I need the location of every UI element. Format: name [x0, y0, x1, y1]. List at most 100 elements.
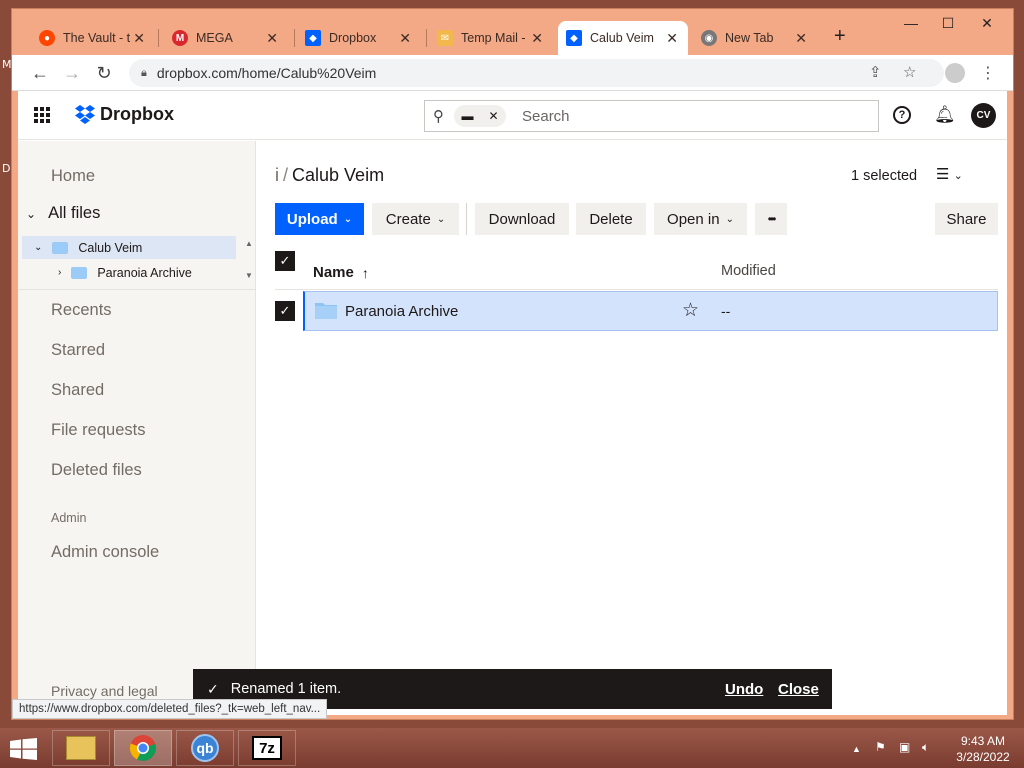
maximize-button[interactable]: ☐: [930, 11, 966, 35]
header-divider: [275, 289, 998, 290]
breadcrumb: i / Calub Veim: [275, 165, 384, 186]
privacy-legal-link[interactable]: Privacy and legal: [51, 683, 158, 699]
tab-temp-mail[interactable]: ✉ Temp Mail - ✕: [429, 21, 553, 55]
taskbar-file-explorer[interactable]: [52, 730, 110, 766]
reddit-icon: ●: [39, 30, 55, 46]
bookmark-star-icon[interactable]: ☆: [903, 63, 916, 81]
tab-title: Calub Veim: [590, 31, 654, 45]
download-button[interactable]: Download: [475, 203, 569, 235]
app-grid-icon[interactable]: [34, 107, 50, 123]
tab-the-vault[interactable]: ● The Vault - t ✕: [31, 21, 155, 55]
tab-title: Temp Mail -: [461, 31, 526, 45]
breadcrumb-root[interactable]: i: [275, 165, 279, 185]
new-tab-plus-icon[interactable]: +: [834, 25, 846, 48]
taskbar-qbittorrent[interactable]: qb: [176, 730, 234, 766]
tab-separator: [294, 29, 295, 47]
chevron-down-icon[interactable]: ⌄: [26, 207, 36, 221]
close-tab-icon[interactable]: ✕: [266, 30, 278, 47]
profile-icon[interactable]: [945, 63, 965, 83]
close-snackbar-button[interactable]: Close: [778, 681, 819, 698]
undo-button[interactable]: Undo: [725, 681, 763, 698]
sidebar-item-recents[interactable]: Recents: [51, 301, 112, 320]
back-arrow-icon[interactable]: ←: [28, 61, 52, 85]
upload-label: Upload: [286, 210, 338, 228]
select-all-checkbox[interactable]: ✓: [275, 251, 295, 271]
tray-expand-icon[interactable]: ▲: [852, 744, 861, 754]
sidebar-item-starred[interactable]: Starred: [51, 341, 105, 360]
row-checkbox[interactable]: ✓: [275, 301, 295, 321]
folder-icon: ▬: [461, 109, 474, 123]
dropbox-logo[interactable]: Dropbox: [74, 104, 174, 125]
open-in-button[interactable]: Open in ⌄: [654, 203, 747, 235]
minimize-button[interactable]: —: [893, 11, 929, 35]
divider: [18, 289, 256, 290]
sidebar-item-home[interactable]: Home: [51, 167, 95, 186]
close-window-button[interactable]: ✕: [969, 11, 1005, 35]
close-tab-icon[interactable]: ✕: [531, 30, 543, 47]
star-icon[interactable]: ☆: [682, 299, 699, 322]
clear-scope-icon[interactable]: ✕: [488, 109, 498, 123]
tab-separator: [426, 29, 427, 47]
more-actions-button[interactable]: •••: [755, 203, 787, 235]
sidebar-item-deleted-files[interactable]: Deleted files: [51, 461, 142, 480]
sidebar-item-all-files[interactable]: ⌄ All files: [26, 204, 100, 223]
scroll-up-icon[interactable]: ▲: [245, 239, 253, 248]
help-icon[interactable]: ?: [893, 106, 911, 124]
breadcrumb-separator: /: [283, 165, 289, 185]
reload-icon[interactable]: ↻: [92, 61, 116, 85]
chevron-down-icon[interactable]: ⌄: [34, 242, 42, 253]
share-button[interactable]: Share: [935, 203, 998, 235]
close-tab-icon[interactable]: ✕: [133, 30, 145, 47]
delete-button[interactable]: Delete: [576, 203, 646, 235]
chevron-down-icon: ⌄: [953, 170, 963, 182]
lock-icon: 🔒︎: [141, 66, 147, 79]
tab-calub-veim[interactable]: ◆ Calub Veim ✕: [558, 21, 688, 55]
sidebar-item-file-requests[interactable]: File requests: [51, 421, 145, 440]
folder-icon: [66, 736, 96, 760]
view-switcher[interactable]: ☰ ⌄: [936, 165, 963, 183]
close-tab-icon[interactable]: ✕: [399, 30, 411, 47]
taskbar-7zip[interactable]: 7z: [238, 730, 296, 766]
address-bar[interactable]: 🔒︎ dropbox.com/home/Calub%20Veim ⇪ ☆: [129, 59, 944, 87]
close-tab-icon[interactable]: ✕: [795, 30, 807, 47]
bell-icon[interactable]: 🔔︎: [934, 105, 956, 125]
volume-muted-icon[interactable]: 🔈︎: [922, 740, 929, 755]
tree-item-label: Calub Veim: [78, 240, 143, 255]
network-icon[interactable]: ▣: [899, 740, 910, 754]
search-input[interactable]: Search: [522, 108, 570, 125]
tab-dropbox[interactable]: ◆ Dropbox ✕: [297, 21, 421, 55]
selection-count: 1 selected: [851, 168, 918, 184]
folder-scope-chip[interactable]: ▬ ✕: [454, 105, 506, 127]
column-header-name[interactable]: Name ↑: [313, 264, 369, 281]
sidebar-item-shared[interactable]: Shared: [51, 381, 104, 400]
tab-separator: [158, 29, 159, 47]
share-page-icon[interactable]: ⇪: [869, 63, 882, 81]
clock-date: 3/28/2022: [956, 750, 1010, 764]
close-tab-icon[interactable]: ✕: [666, 30, 678, 47]
upload-button[interactable]: Upload ⌄: [275, 203, 364, 235]
forward-arrow-icon[interactable]: →: [60, 61, 84, 85]
action-center-flag-icon[interactable]: ⚑: [875, 740, 886, 754]
tab-strip: ● The Vault - t ✕ M MEGA ✕ ◆ Dropbox ✕ ✉…: [12, 9, 1013, 55]
windows-start-icon[interactable]: [10, 738, 38, 760]
system-clock[interactable]: 9:43 AM 3/28/2022: [948, 733, 1018, 765]
chevron-right-icon[interactable]: ›: [58, 267, 61, 278]
tab-title: MEGA: [196, 31, 233, 45]
search-box[interactable]: ⚲ ▬ ✕ Search: [424, 100, 879, 132]
dropbox-icon: ◆: [566, 30, 582, 46]
create-button[interactable]: Create ⌄: [372, 203, 459, 235]
tab-mega[interactable]: M MEGA ✕: [164, 21, 288, 55]
tree-item-calub-veim[interactable]: ⌄ Calub Veim: [22, 236, 236, 259]
column-header-modified[interactable]: Modified: [721, 263, 776, 279]
tab-new-tab[interactable]: ◉ New Tab ✕: [693, 21, 817, 55]
browser-window: ● The Vault - t ✕ M MEGA ✕ ◆ Dropbox ✕ ✉…: [11, 8, 1014, 720]
avatar[interactable]: CV: [971, 103, 996, 128]
kebab-menu-icon[interactable]: ⋮: [980, 63, 996, 83]
tree-item-paranoia-archive[interactable]: › Paranoia Archive: [22, 261, 236, 284]
browser-toolbar: ← → ↻ 🔒︎ dropbox.com/home/Calub%20Veim ⇪…: [12, 55, 1013, 91]
taskbar-chrome[interactable]: [114, 730, 172, 766]
sidebar-item-label: All files: [48, 204, 101, 222]
file-name[interactable]: Paranoia Archive: [345, 303, 458, 320]
sidebar-item-admin-console[interactable]: Admin console: [51, 543, 159, 562]
scroll-down-icon[interactable]: ▼: [245, 271, 253, 280]
